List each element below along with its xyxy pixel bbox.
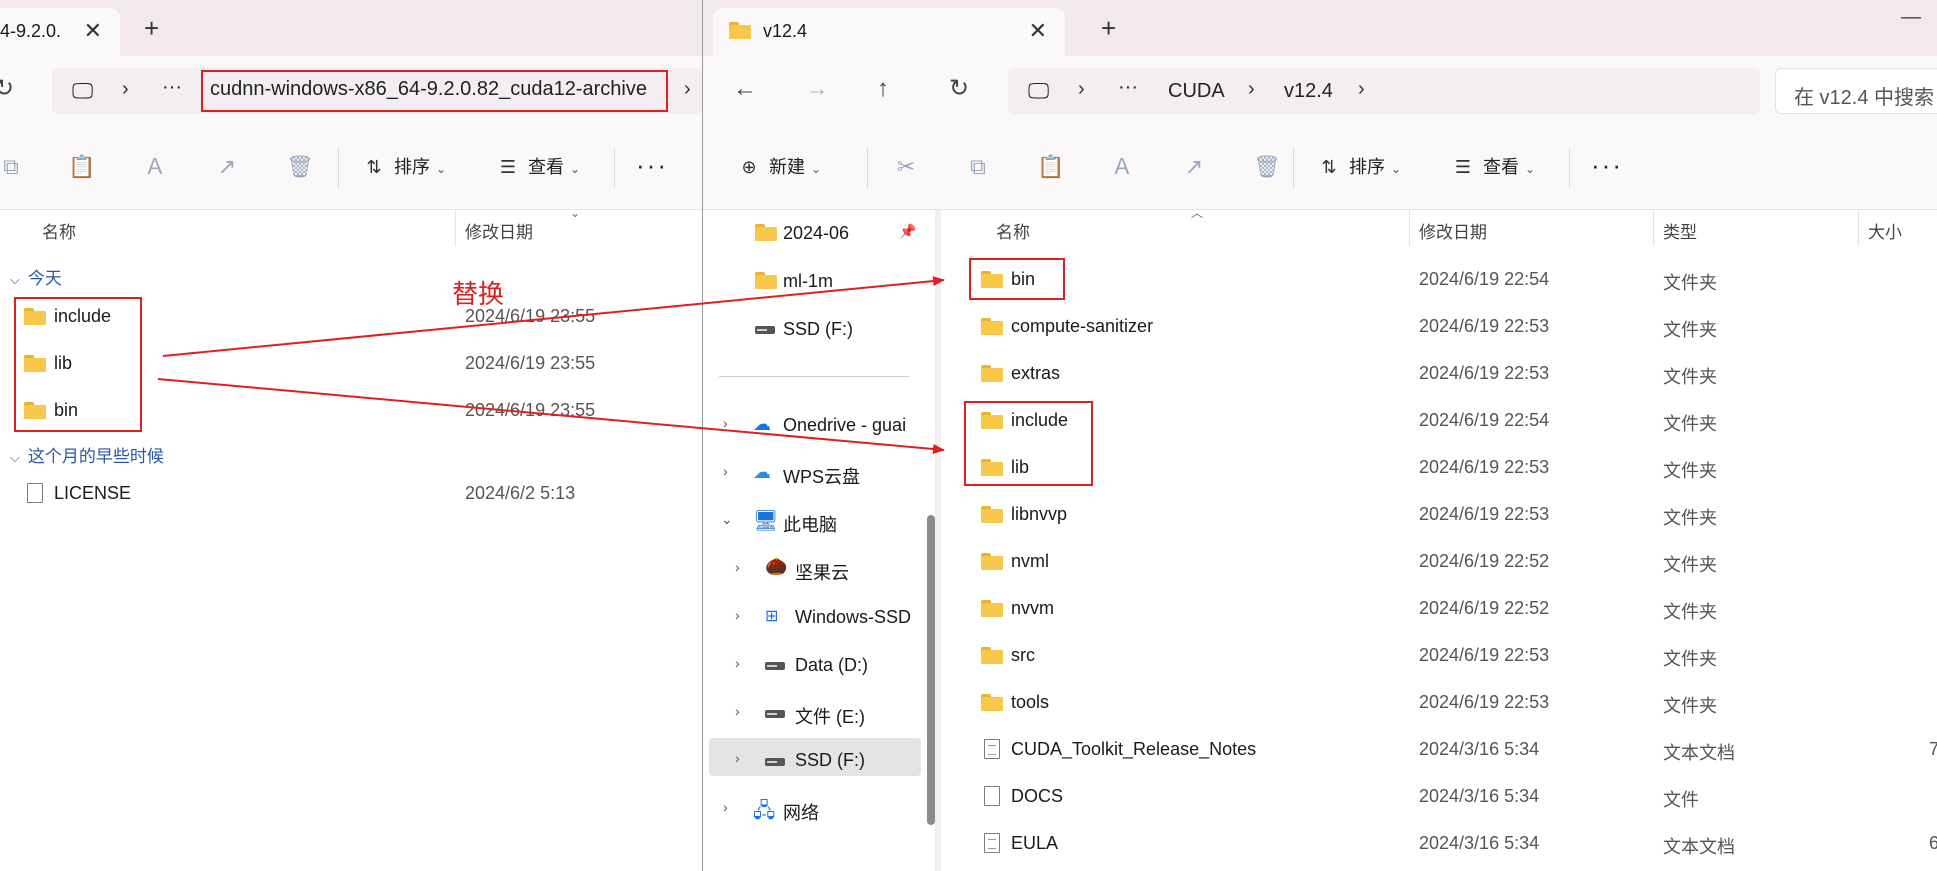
arrow-to-include-lib bbox=[157, 378, 945, 454]
annotation-arrows bbox=[157, 276, 945, 454]
arrow-to-bin bbox=[162, 276, 945, 357]
